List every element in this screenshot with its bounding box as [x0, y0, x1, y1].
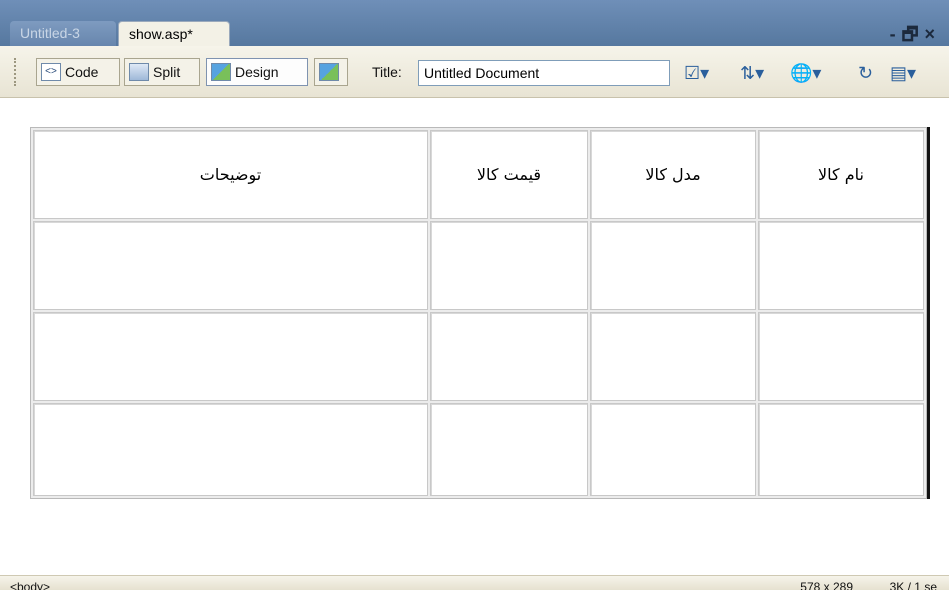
tab-show-asp[interactable]: show.asp* — [118, 21, 230, 46]
product-table-wrapper: نام کالا مدل کالا قیمت کالا توضیحات — [30, 127, 930, 499]
refresh-button[interactable]: ↻ — [858, 60, 873, 86]
minimize-icon[interactable]: - — [890, 24, 902, 44]
preview-browser-icon: 🌐 — [790, 63, 813, 83]
refresh-icon: ↻ — [858, 63, 874, 83]
window-size[interactable]: 578 x 289 — [800, 580, 853, 590]
table-cell[interactable] — [430, 311, 588, 401]
download-size: 3K / 1 se — [889, 580, 937, 590]
table-cell[interactable] — [590, 220, 756, 310]
view-options-button[interactable]: ▤▾ — [890, 60, 916, 86]
design-view-icon — [211, 63, 231, 82]
split-view-button[interactable]: Split — [124, 58, 200, 86]
status-bar: <body> 578 x 289 3K / 1 se — [0, 575, 949, 590]
table-cell[interactable] — [33, 311, 428, 401]
design-view-button[interactable]: Design — [206, 58, 308, 86]
split-button-label: Split — [153, 64, 181, 80]
table-cell[interactable] — [33, 220, 428, 310]
validate-icon: ☑ — [684, 63, 701, 83]
header-cell-price[interactable]: قیمت کالا — [430, 130, 588, 219]
header-cell-model[interactable]: مدل کالا — [590, 130, 756, 219]
close-icon[interactable]: × — [924, 24, 941, 44]
document-title-input[interactable] — [418, 60, 670, 86]
table-row — [33, 402, 924, 496]
table-cell[interactable] — [758, 402, 924, 496]
header-cell-description[interactable]: توضیحات — [33, 130, 428, 219]
toolbar-grip[interactable] — [14, 58, 18, 86]
title-label: Title: — [372, 64, 402, 80]
code-view-icon: <> — [41, 63, 61, 82]
table-row — [33, 220, 924, 310]
code-button-label: Code — [65, 64, 99, 80]
design-canvas[interactable]: نام کالا مدل کالا قیمت کالا توضیحات — [0, 99, 949, 575]
table-cell[interactable] — [33, 402, 428, 496]
table-cell[interactable] — [758, 220, 924, 310]
file-management-icon: ⇅ — [740, 63, 756, 83]
live-view-icon — [319, 63, 339, 82]
table-cell[interactable] — [430, 402, 588, 496]
table-cell[interactable] — [758, 311, 924, 401]
validate-button[interactable]: ☑▾ — [684, 60, 709, 86]
product-table[interactable]: نام کالا مدل کالا قیمت کالا توضیحات — [30, 127, 927, 499]
file-management-button[interactable]: ⇅▾ — [740, 60, 764, 86]
table-cell[interactable] — [590, 402, 756, 496]
live-view-button[interactable] — [314, 58, 348, 86]
tag-selector[interactable]: <body> — [10, 580, 50, 590]
table-cell[interactable] — [590, 311, 756, 401]
tab-untitled-3[interactable]: Untitled-3 — [10, 21, 116, 46]
restore-icon[interactable]: 🗗 — [902, 24, 925, 44]
split-view-icon — [129, 63, 149, 82]
preview-browser-button[interactable]: 🌐▾ — [790, 60, 821, 86]
code-view-button[interactable]: <> Code — [36, 58, 120, 86]
table-cell[interactable] — [430, 220, 588, 310]
design-button-label: Design — [235, 64, 279, 80]
view-options-icon: ▤ — [890, 63, 908, 83]
header-cell-name[interactable]: نام کالا — [758, 130, 924, 219]
document-tab-bar: Untitled-3 show.asp* -🗗× — [0, 0, 949, 46]
table-header-row: نام کالا مدل کالا قیمت کالا توضیحات — [33, 130, 924, 219]
document-toolbar: <>Code Split Design Title: ☑▾ ⇅▾ 🌐▾ ↻ ▤▾ — [0, 46, 949, 98]
table-row — [33, 311, 924, 401]
